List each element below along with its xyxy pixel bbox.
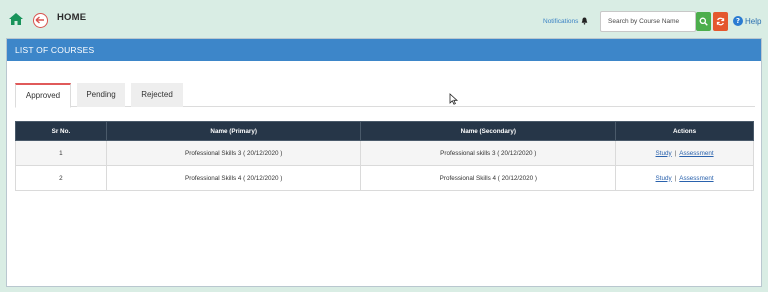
question-circle-icon: ? [733, 16, 743, 26]
cell-sr-no: 2 [15, 165, 107, 191]
cell-name-primary: Professional Skills 3 ( 20/12/2020 ) [105, 140, 362, 166]
notifications-label: Notifications [543, 17, 579, 25]
search-icon [699, 17, 708, 26]
table-row: 1 Professional Skills 3 ( 20/12/2020 ) P… [15, 140, 754, 166]
mouse-cursor-icon [449, 93, 459, 105]
home-icon[interactable] [8, 12, 24, 26]
study-link[interactable]: Study [656, 175, 672, 182]
action-separator: | [674, 149, 677, 157]
courses-panel: LIST OF COURSES Approved Pending Rejecte… [6, 38, 762, 287]
column-header-name-secondary: Name (Secondary) [360, 121, 617, 141]
column-header-actions: Actions [615, 121, 754, 141]
cell-actions: Study | Assessment [615, 140, 754, 166]
column-header-sr-no: Sr No. [15, 121, 107, 141]
page-title: HOME [57, 12, 87, 23]
cell-sr-no: 1 [15, 140, 107, 166]
cell-name-secondary: Professional skills 3 ( 20/12/2020 ) [360, 140, 617, 166]
tab-pending[interactable]: Pending [77, 83, 125, 107]
panel-title: LIST OF COURSES [7, 39, 761, 61]
help-label: Help [745, 16, 762, 26]
bell-icon [582, 17, 588, 25]
tab-approved[interactable]: Approved [15, 83, 71, 108]
table-header-row: Sr No. Name (Primary) Name (Secondary) A… [15, 121, 754, 141]
back-arrow-icon[interactable] [33, 13, 48, 28]
top-bar: HOME Notifications ? Help [0, 0, 768, 38]
study-link[interactable]: Study [656, 150, 672, 157]
action-separator: | [674, 174, 677, 182]
refresh-icon [716, 17, 725, 26]
notifications-link[interactable]: Notifications [543, 17, 588, 25]
assessment-link[interactable]: Assessment [679, 175, 713, 182]
cell-name-primary: Professional Skills 4 ( 20/12/2020 ) [105, 165, 362, 191]
search-button[interactable] [696, 12, 711, 31]
help-link[interactable]: ? Help [733, 16, 761, 26]
search-input[interactable] [600, 11, 696, 32]
cell-name-secondary: Professional Skills 4 ( 20/12/2020 ) [360, 165, 617, 191]
table-row: 2 Professional Skills 4 ( 20/12/2020 ) P… [15, 165, 754, 191]
refresh-button[interactable] [713, 12, 728, 31]
status-tabs: Approved Pending Rejected [15, 83, 755, 108]
column-header-name-primary: Name (Primary) [105, 121, 362, 141]
assessment-link[interactable]: Assessment [679, 150, 713, 157]
cell-actions: Study | Assessment [615, 165, 754, 191]
tab-rejected[interactable]: Rejected [131, 83, 183, 107]
courses-table: Sr No. Name (Primary) Name (Secondary) A… [15, 121, 754, 191]
